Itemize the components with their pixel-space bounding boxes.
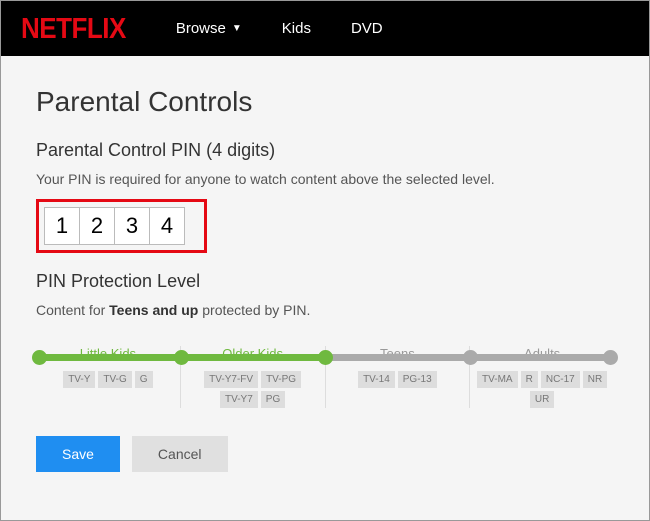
chevron-down-icon: ▼ xyxy=(232,23,242,34)
level-ratings: TV-Y TV-G G xyxy=(40,371,176,388)
rating-tag: TV-Y xyxy=(63,371,95,388)
slider-dot-3[interactable] xyxy=(463,350,478,365)
nav-dvd[interactable]: DVD xyxy=(351,20,383,37)
rating-tag: G xyxy=(135,371,153,388)
slider-dot-4[interactable] xyxy=(603,350,618,365)
protection-prefix: Content for xyxy=(36,302,109,318)
rating-tag: TV-G xyxy=(98,371,131,388)
nav-browse-label: Browse xyxy=(176,20,226,37)
rating-tag: TV-Y7-FV xyxy=(204,371,258,388)
nav-browse[interactable]: Browse ▼ xyxy=(176,20,242,37)
nav-kids[interactable]: Kids xyxy=(282,20,311,37)
protection-text: Content for Teens and up protected by PI… xyxy=(36,302,614,318)
pin-highlight-box xyxy=(36,199,207,253)
cancel-button[interactable]: Cancel xyxy=(132,436,228,472)
rating-tag: NR xyxy=(583,371,607,388)
pin-digit-4[interactable] xyxy=(149,207,185,245)
protection-bold: Teens and up xyxy=(109,302,198,318)
pin-digit-3[interactable] xyxy=(114,207,150,245)
rating-tag: TV-Y7 xyxy=(220,391,258,408)
rating-tag: R xyxy=(521,371,538,388)
action-buttons: Save Cancel xyxy=(36,436,614,472)
header-bar: NETFLIX Browse ▼ Kids DVD xyxy=(1,1,649,56)
rating-tag: PG xyxy=(261,391,285,408)
save-button[interactable]: Save xyxy=(36,436,120,472)
rating-tag: TV-MA xyxy=(477,371,518,388)
pin-digit-1[interactable] xyxy=(44,207,80,245)
rating-tag: TV-PG xyxy=(261,371,301,388)
pin-heading: Parental Control PIN (4 digits) xyxy=(36,140,614,161)
level-ratings: TV-14 PG-13 xyxy=(330,371,466,388)
pin-digit-2[interactable] xyxy=(79,207,115,245)
level-ratings: TV-Y7-FV TV-PG TV-Y7 PG xyxy=(185,371,321,408)
rating-tag: PG-13 xyxy=(398,371,437,388)
content-area: Parental Controls Parental Control PIN (… xyxy=(1,56,649,520)
pin-description: Your PIN is required for anyone to watch… xyxy=(36,171,614,187)
protection-slider[interactable]: Little Kids TV-Y TV-G G Older Kids TV-Y7… xyxy=(36,346,614,416)
slider-dot-1[interactable] xyxy=(174,350,189,365)
slider-dot-0[interactable] xyxy=(32,350,47,365)
slider-dot-2[interactable] xyxy=(318,350,333,365)
rating-tag: NC-17 xyxy=(541,371,580,388)
netflix-logo[interactable]: NETFLIX xyxy=(21,11,126,45)
pin-inputs xyxy=(44,207,184,245)
rating-tag: TV-14 xyxy=(358,371,395,388)
page-title: Parental Controls xyxy=(36,86,614,118)
level-ratings: TV-MA R NC-17 NR UR xyxy=(474,371,610,408)
protection-suffix: protected by PIN. xyxy=(198,302,310,318)
rating-tag: UR xyxy=(530,391,554,408)
protection-level-heading: PIN Protection Level xyxy=(36,271,614,292)
